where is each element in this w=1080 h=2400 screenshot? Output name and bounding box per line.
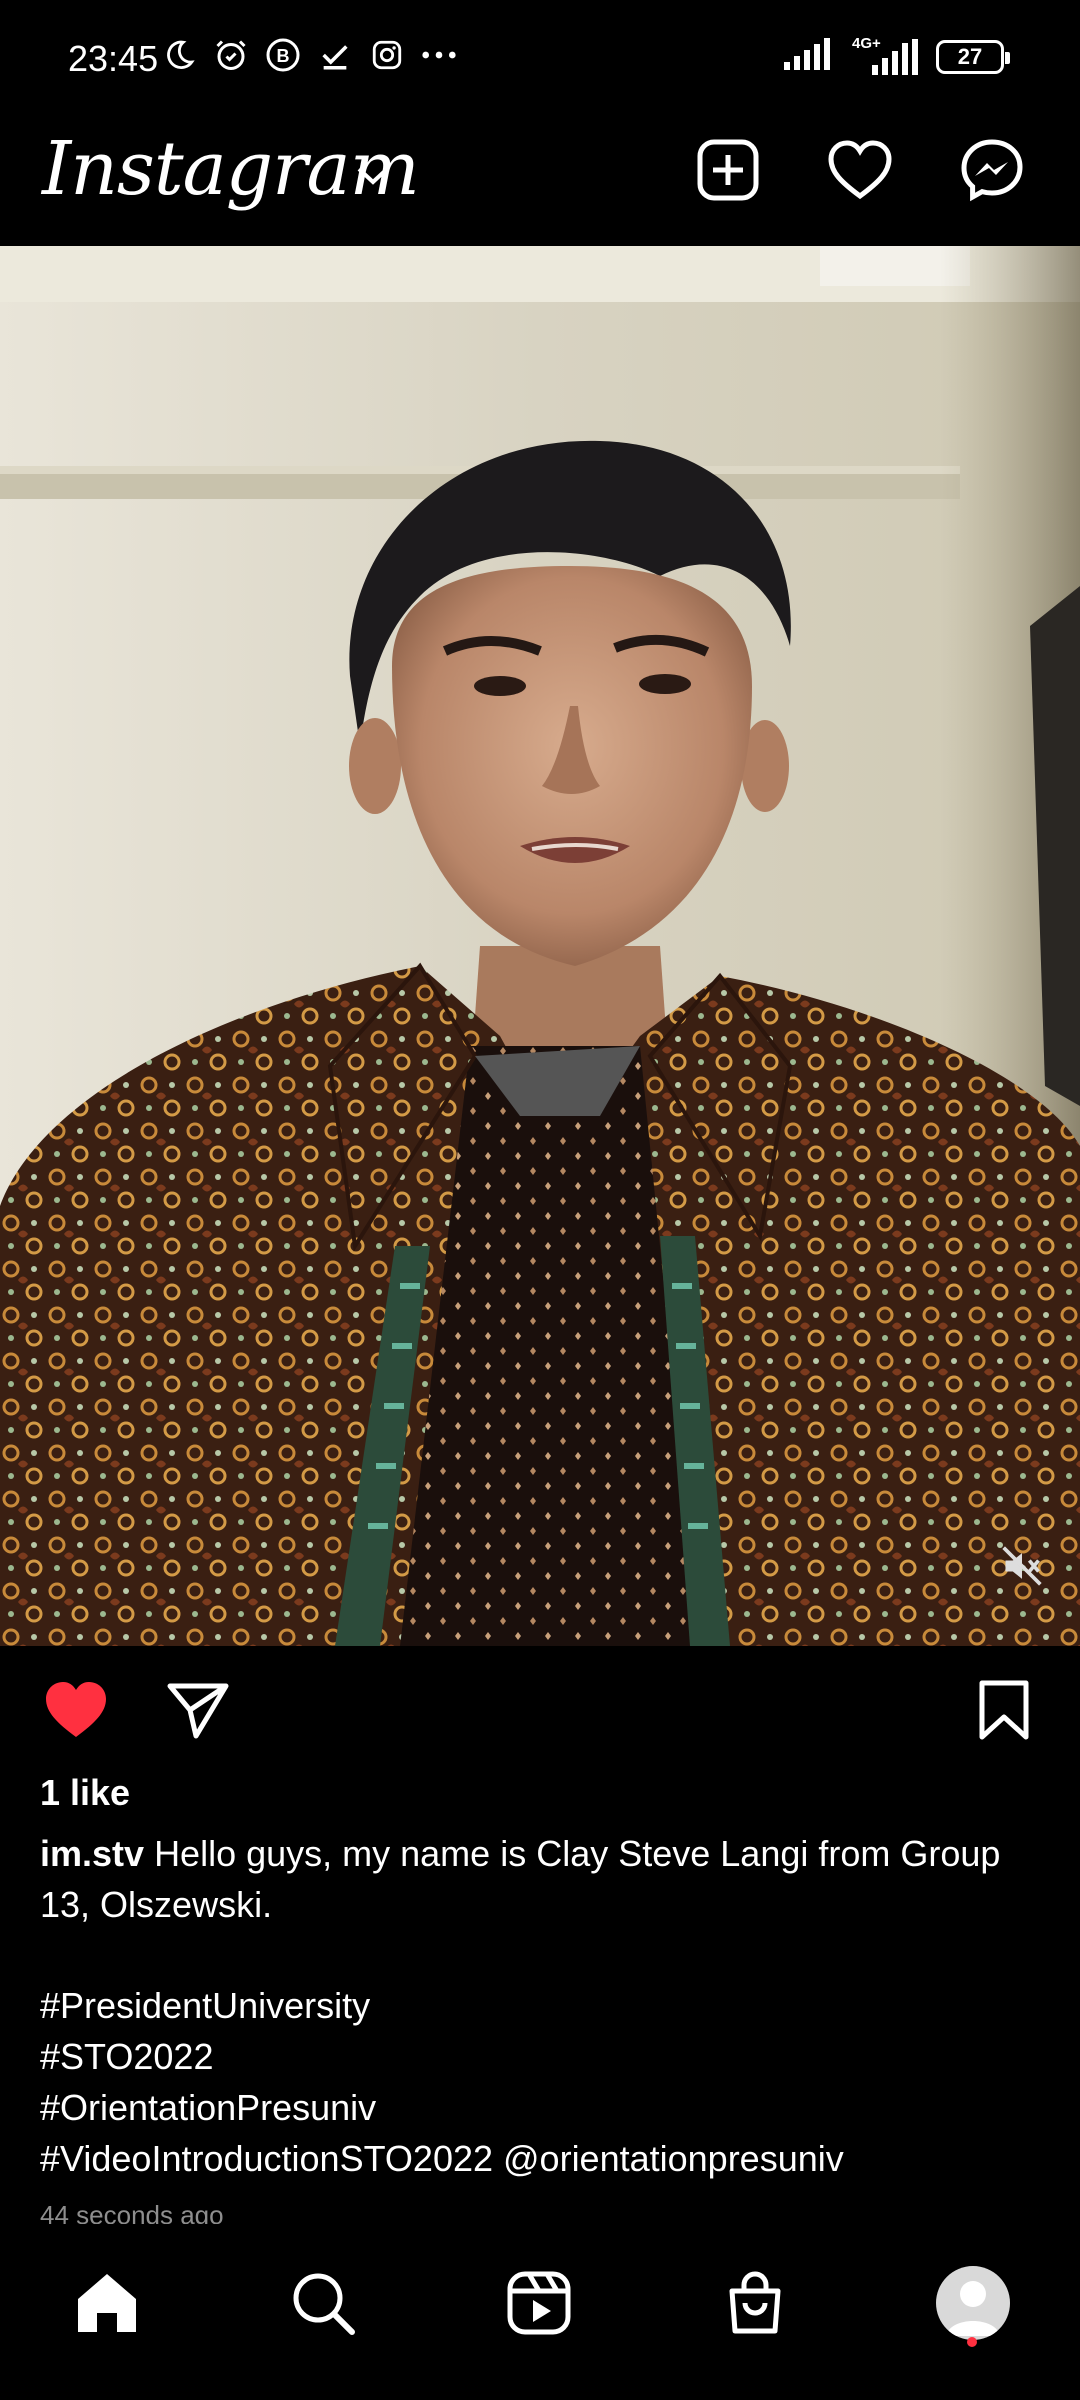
hashtag-list: #PresidentUniversity #STO2022 #Orientati…	[40, 1980, 844, 2184]
signal-4g-icon: 4G+	[852, 35, 918, 75]
bottom-nav	[0, 2228, 1080, 2400]
status-icons: B	[160, 36, 458, 74]
status-bar: 23:45 B 4G+ 27	[0, 0, 1080, 118]
send-icon	[167, 1683, 229, 1739]
caption-username[interactable]: im.stv	[40, 1833, 144, 1874]
chevron-down-icon[interactable]	[356, 166, 390, 191]
b-app-icon: B	[264, 36, 302, 74]
bookmark-icon	[979, 1680, 1029, 1740]
like-button[interactable]	[38, 1672, 114, 1748]
check-icon	[316, 36, 354, 74]
search-icon	[293, 2273, 355, 2335]
nav-reels[interactable]	[494, 2258, 584, 2348]
more-dots-icon	[420, 36, 458, 74]
top-app-bar: Instagram	[0, 118, 1080, 246]
post-video[interactable]	[0, 246, 1080, 1646]
hashtag[interactable]: #VideoIntroductionSTO2022 @orientationpr…	[40, 2133, 844, 2184]
shop-icon	[729, 2271, 781, 2334]
nav-shop[interactable]	[710, 2258, 800, 2348]
status-time: 23:45	[68, 38, 159, 79]
nav-home[interactable]	[62, 2258, 152, 2348]
hashtag[interactable]: #STO2022	[40, 2031, 844, 2082]
share-button[interactable]	[160, 1672, 236, 1748]
post-timestamp: 44 seconds ago	[40, 2200, 224, 2224]
reels-icon	[507, 2271, 571, 2335]
default-avatar-icon	[946, 2281, 1000, 2336]
video-frame	[0, 246, 1080, 1646]
save-button[interactable]	[966, 1672, 1042, 1748]
instagram-icon	[368, 36, 406, 74]
moon-icon	[160, 36, 198, 74]
caption-text: Hello guys, my name is Clay Steve Langi …	[40, 1833, 1001, 1925]
mute-button[interactable]	[994, 1538, 1050, 1594]
hashtag[interactable]: #OrientationPresuniv	[40, 2082, 844, 2133]
profile-avatar	[936, 2266, 1010, 2340]
nav-search[interactable]	[278, 2258, 368, 2348]
messenger-icon	[961, 139, 1023, 202]
add-post-icon	[697, 139, 759, 201]
alarm-icon	[212, 36, 250, 74]
post-actions	[0, 1666, 1080, 1752]
home-icon	[78, 2274, 136, 2332]
notification-dot	[967, 2337, 977, 2347]
signal-icon	[784, 38, 834, 75]
screen: 23:45 B 4G+ 27 Instagram 1 like im.stv H…	[0, 0, 1080, 2400]
volume-off-icon	[1002, 1546, 1042, 1586]
add-post-button[interactable]	[692, 134, 764, 206]
svg-text:B: B	[277, 46, 290, 66]
post-caption: im.stv Hello guys, my name is Clay Steve…	[40, 1828, 1050, 1930]
like-count[interactable]: 1 like	[40, 1772, 130, 1814]
messenger-button[interactable]	[956, 134, 1028, 206]
heart-icon	[828, 140, 892, 200]
status-right: 4G+ 27	[784, 35, 1010, 75]
activity-button[interactable]	[824, 134, 896, 206]
heart-filled-icon	[46, 1682, 106, 1737]
battery-level: 27	[957, 43, 983, 69]
hashtag[interactable]: #PresidentUniversity	[40, 1980, 844, 2031]
battery-indicator: 27	[936, 39, 1010, 74]
nav-profile[interactable]	[928, 2258, 1018, 2348]
